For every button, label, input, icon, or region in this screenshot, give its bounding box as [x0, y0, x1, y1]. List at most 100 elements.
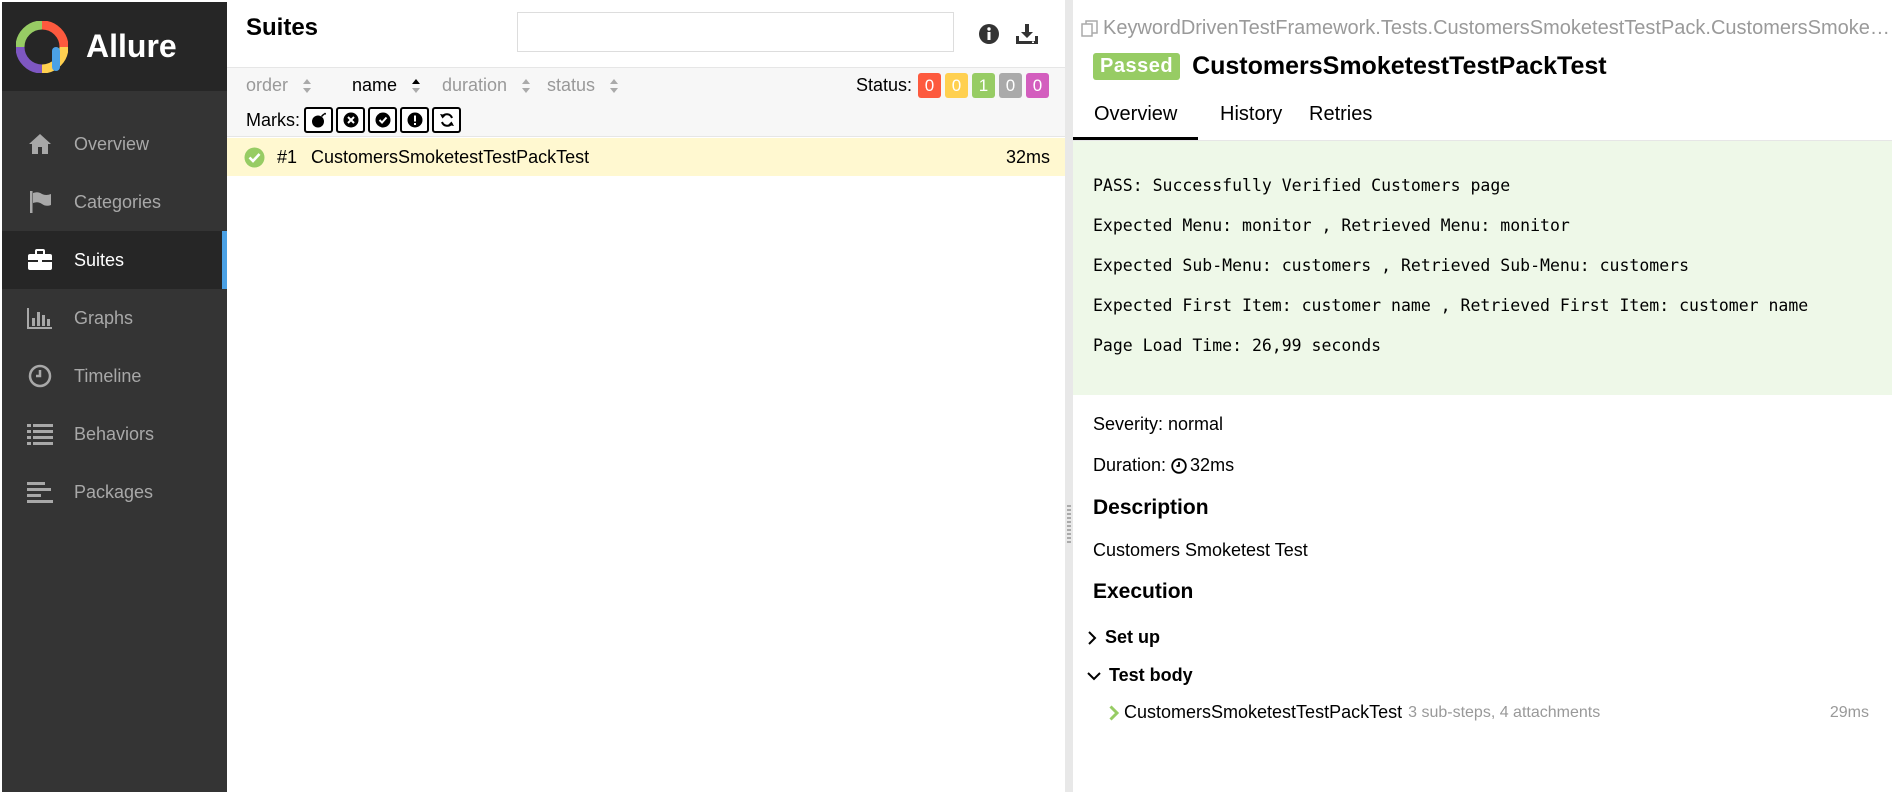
sort-status[interactable]: status — [547, 75, 619, 96]
mark-new-failed-button[interactable] — [336, 107, 365, 133]
status-broken-badge[interactable]: 0 — [945, 73, 968, 98]
marks-bar: Marks: — [227, 103, 1065, 137]
sort-icon — [522, 78, 531, 93]
description-heading: Description — [1093, 496, 1209, 519]
message-line: Expected First Item: customer name , Ret… — [1093, 296, 1809, 315]
status-failed-badge[interactable]: 0 — [918, 73, 941, 98]
pane-splitter[interactable] — [1065, 0, 1073, 792]
duration-label: Duration: — [1093, 455, 1167, 475]
refresh-icon — [439, 113, 454, 127]
message-line: PASS: Successfully Verified Customers pa… — [1093, 176, 1511, 195]
sidebar-item-overview[interactable]: Overview — [2, 115, 227, 173]
test-title: CustomersSmoketestTestPackTest — [1192, 52, 1607, 80]
home-icon — [26, 130, 54, 158]
step-row[interactable]: CustomersSmoketestTestPackTest 3 sub-ste… — [1109, 702, 1869, 723]
chevron-right-icon — [1088, 630, 1097, 645]
sort-label: duration — [442, 75, 508, 95]
sidebar-item-packages[interactable]: Packages — [2, 463, 227, 521]
status-skipped-badge[interactable]: 0 — [999, 73, 1022, 98]
bar-chart-icon — [26, 304, 54, 332]
sidebar-item-label: Categories — [74, 191, 162, 212]
execution-heading: Execution — [1093, 580, 1194, 603]
check-circle-icon — [375, 112, 390, 128]
sort-bar: order name duration status Status: 0 0 1… — [227, 68, 1065, 103]
sort-name[interactable]: name — [352, 75, 421, 96]
clock-icon — [1171, 457, 1187, 474]
sidebar-item-behaviors[interactable]: Behaviors — [2, 405, 227, 463]
status-unknown-badge[interactable]: 0 — [1026, 73, 1049, 98]
brand[interactable]: Allure — [2, 2, 227, 91]
marks-filter — [304, 107, 464, 133]
step-name: CustomersSmoketestTestPackTest — [1124, 702, 1403, 722]
sidebar-item-label: Suites — [74, 249, 125, 270]
row-duration: 32ms — [1005, 146, 1050, 167]
tab-overview[interactable]: Overview — [1073, 103, 1199, 140]
allure-report-app: Allure Overview Categories Suites Graphs… — [0, 0, 1892, 792]
download-icon — [1016, 24, 1038, 44]
tab-retries[interactable]: Retries — [1288, 103, 1393, 140]
marks-label: Marks: — [246, 110, 300, 130]
sidebar-item-label: Behaviors — [74, 423, 155, 444]
times-circle-icon — [343, 112, 358, 128]
sort-icon — [610, 78, 619, 93]
info-button[interactable] — [975, 20, 1003, 48]
sort-label: order — [246, 75, 289, 95]
test-body-label: Test body — [1109, 665, 1193, 685]
brand-name: Allure — [86, 28, 177, 64]
copy-icon — [1081, 19, 1098, 37]
sidebar-item-label: Graphs — [74, 307, 134, 328]
severity: Severity: normal — [1093, 414, 1224, 434]
align-left-icon — [26, 478, 54, 506]
setup-label: Set up — [1105, 627, 1161, 647]
status-filter: Status: 0 0 1 0 0 — [856, 73, 1049, 98]
step-duration: 29ms — [1829, 703, 1869, 721]
duration: Duration: 32ms — [1093, 455, 1234, 476]
status-message: PASS: Successfully Verified Customers pa… — [1073, 141, 1892, 395]
bomb-icon — [311, 112, 326, 128]
chevron-right-icon — [1109, 704, 1119, 721]
sidebar-item-label: Overview — [74, 133, 150, 154]
description-text: Customers Smoketest Test — [1093, 540, 1308, 560]
sidebar-item-categories[interactable]: Categories — [2, 173, 227, 231]
message-line: Page Load Time: 26,99 seconds — [1093, 336, 1382, 355]
sidebar-item-suites[interactable]: Suites — [2, 231, 227, 289]
sidebar-item-label: Packages — [74, 481, 154, 502]
breadcrumb[interactable]: KeywordDrivenTestFramework.Tests.Custome… — [1081, 17, 1890, 40]
download-button[interactable] — [1013, 20, 1041, 48]
info-icon — [979, 24, 999, 44]
mark-retries-button[interactable] — [432, 107, 461, 133]
mark-flaky-button[interactable] — [304, 107, 333, 133]
test-body-toggle[interactable]: Test body — [1087, 665, 1193, 686]
setup-toggle[interactable]: Set up — [1087, 627, 1160, 648]
suites-header: Suites — [227, 2, 1065, 68]
breadcrumb-path: KeywordDrivenTestFramework.Tests.Custome… — [1103, 17, 1890, 39]
sidebar-nav: Overview Categories Suites Graphs Timeli… — [2, 115, 227, 521]
status-passed-badge[interactable]: 1 — [972, 73, 995, 98]
sidebar: Allure Overview Categories Suites Graphs… — [2, 2, 227, 792]
briefcase-icon — [26, 246, 54, 274]
exclamation-circle-icon — [407, 112, 422, 128]
table-row[interactable]: #1 CustomersSmoketestTestPackTest 32ms — [227, 138, 1065, 176]
sidebar-item-timeline[interactable]: Timeline — [2, 347, 227, 405]
check-circle-icon — [244, 147, 265, 167]
status-badge: Passed — [1093, 53, 1181, 80]
search-input[interactable] — [517, 12, 954, 52]
message-line: Expected Sub-Menu: customers , Retrieved… — [1093, 256, 1690, 275]
allure-logo-icon — [16, 20, 68, 73]
suites-pane: Suites order name duration status Status… — [227, 2, 1065, 792]
mark-new-passed-button[interactable] — [368, 107, 397, 133]
sort-label: name — [352, 75, 398, 95]
status-label: Status: — [855, 75, 912, 95]
detail-tabs: Overview History Retries — [1073, 92, 1892, 141]
step-info: 3 sub-steps, 4 attachments — [1408, 703, 1601, 721]
sidebar-item-label: Timeline — [74, 365, 142, 386]
chevron-down-icon — [1087, 671, 1101, 680]
sort-duration[interactable]: duration — [442, 75, 531, 96]
sort-icon — [303, 78, 312, 93]
sort-label: status — [547, 75, 596, 95]
sort-order[interactable]: order — [246, 75, 312, 96]
sort-asc-icon — [412, 78, 421, 93]
mark-new-broken-button[interactable] — [400, 107, 429, 133]
sidebar-item-graphs[interactable]: Graphs — [2, 289, 227, 347]
duration-value: 32ms — [1190, 455, 1235, 475]
